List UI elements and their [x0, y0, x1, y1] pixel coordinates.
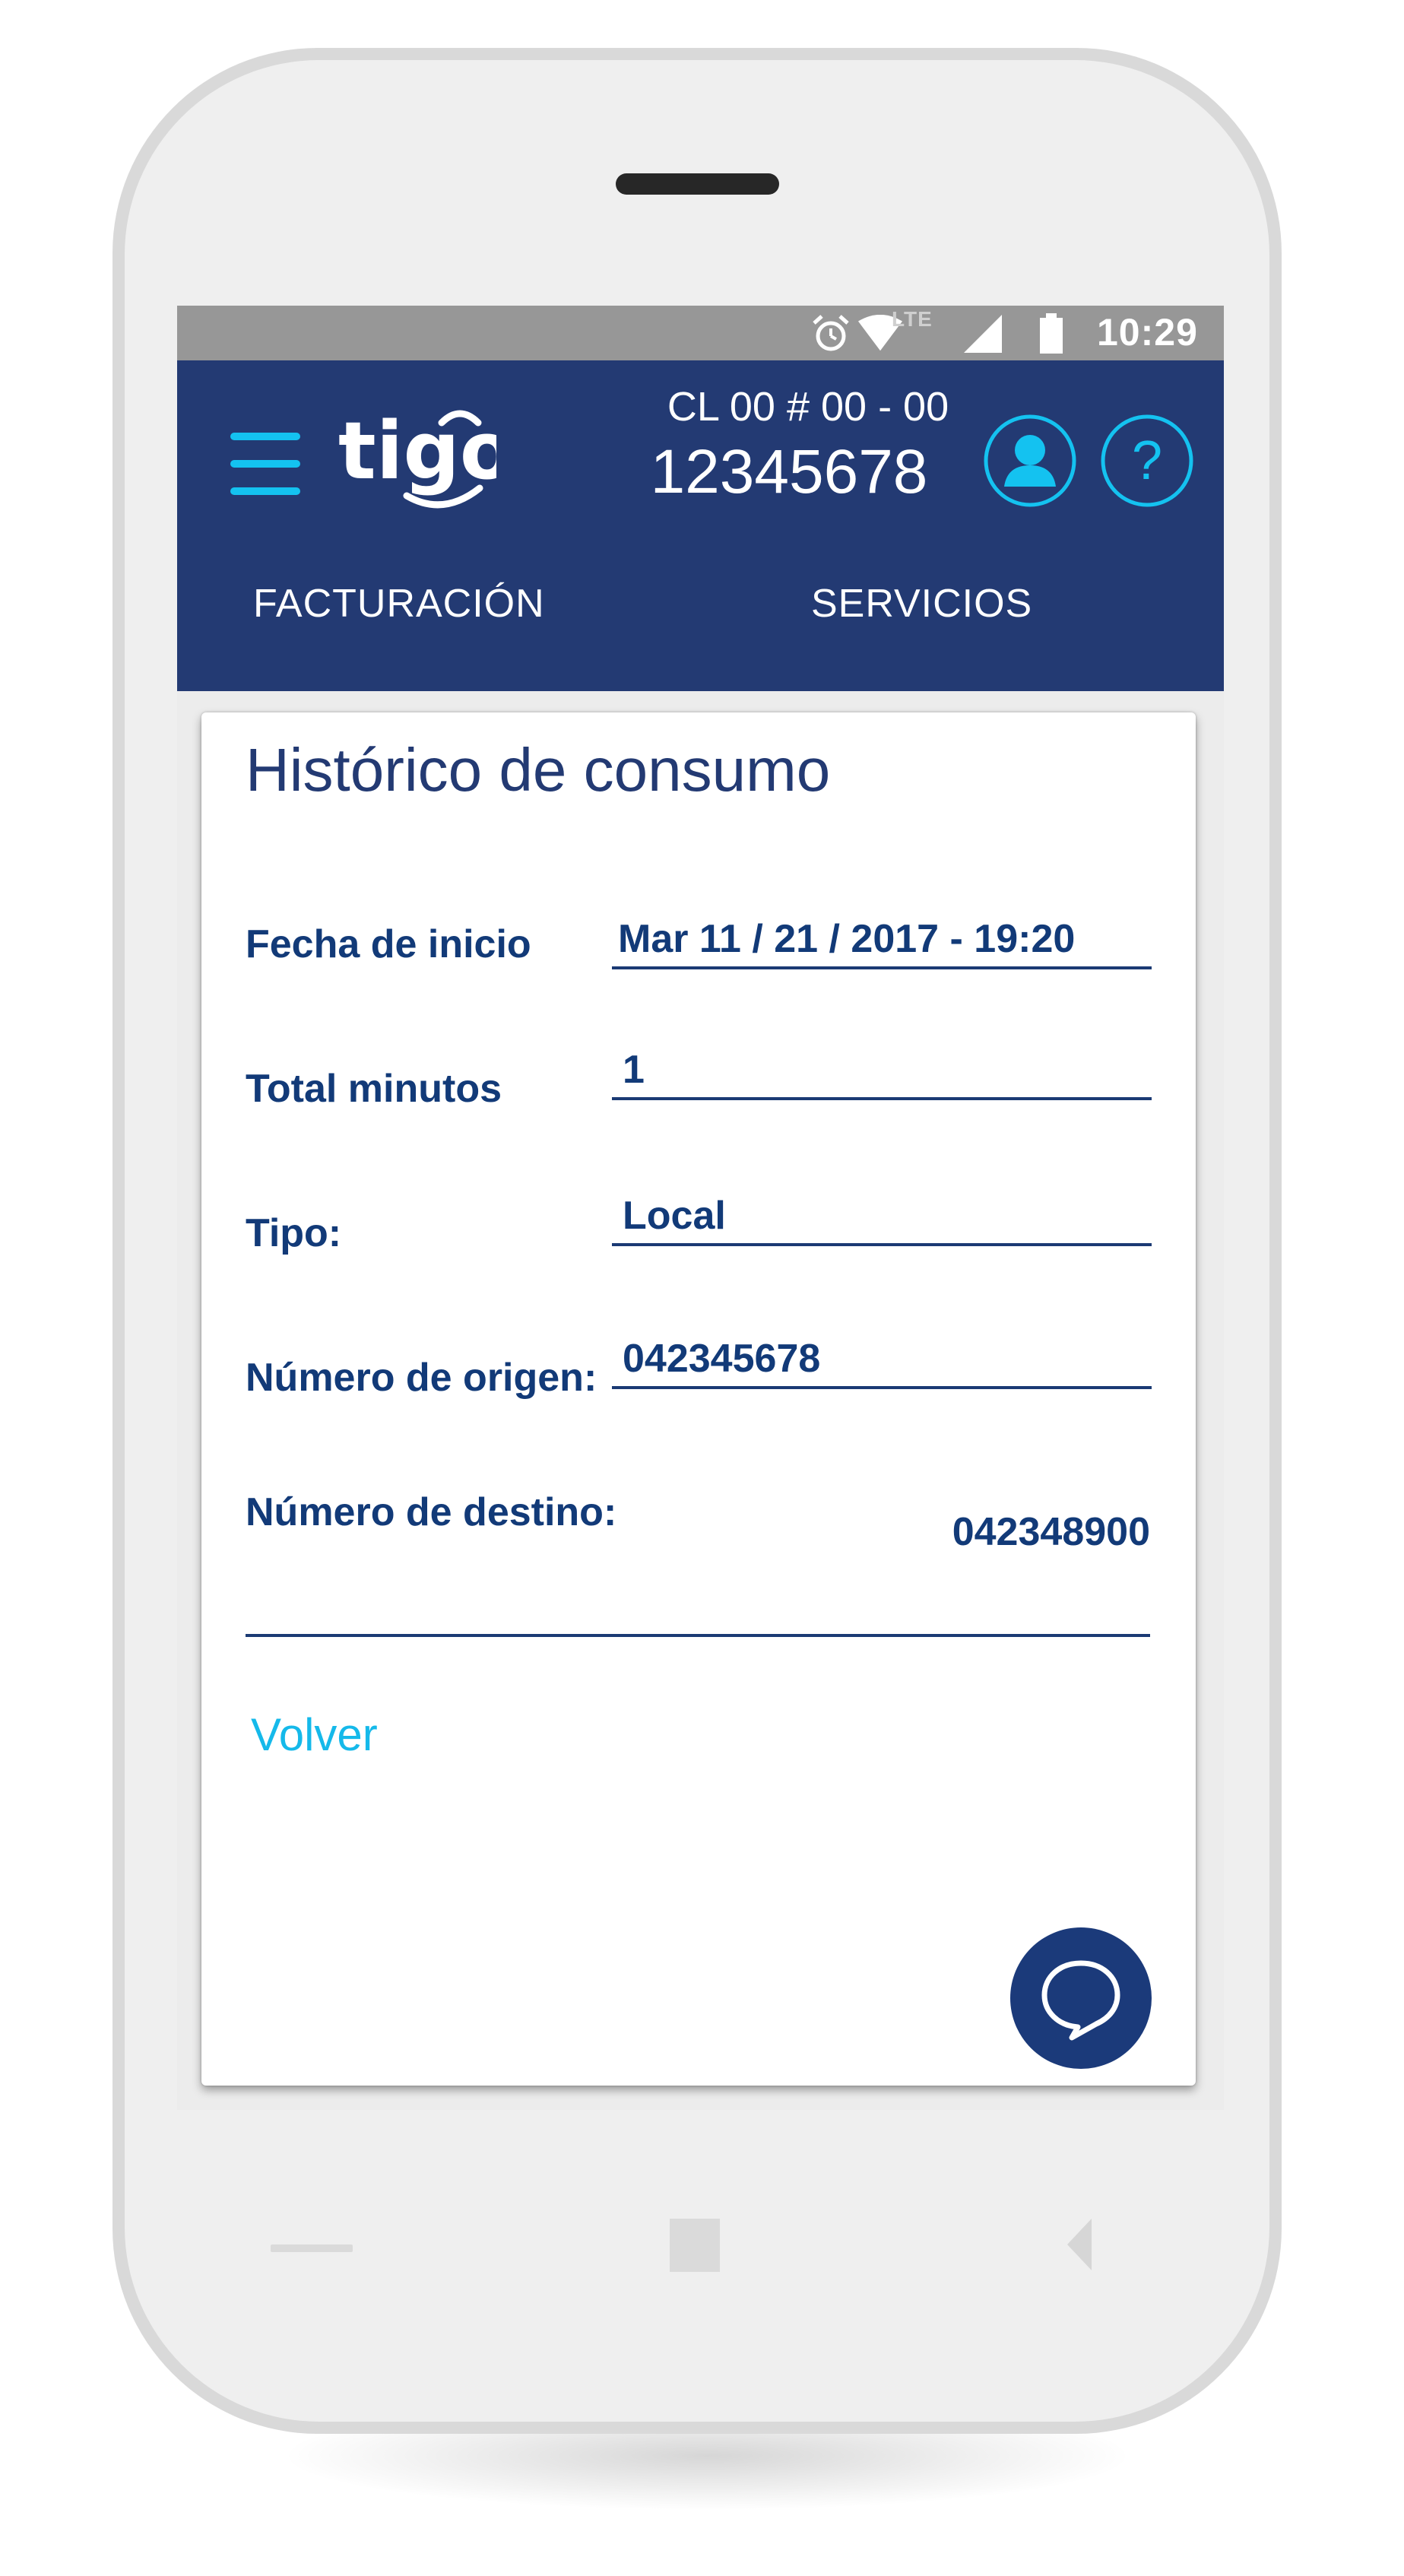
destination-number-label: Número de destino: — [246, 1490, 617, 1534]
start-date-field[interactable]: Mar 11 / 21 / 2017 - 19:20 — [612, 916, 1152, 969]
tab-facturacion[interactable]: FACTURACIÓN — [253, 581, 545, 627]
consumption-history-card: Histórico de consumo Fecha de inicio Mar… — [201, 712, 1196, 2086]
status-bar: LTE 10:29 — [177, 306, 1224, 360]
phone-screen: LTE 10:29 tigo CL 00 # 00 - 00 12345678 … — [177, 306, 1224, 2110]
card-title: Histórico de consumo — [246, 736, 831, 804]
phone-number: 12345678 — [650, 437, 928, 506]
phone-speaker — [616, 173, 779, 195]
tigo-logo: tigo — [337, 404, 514, 520]
chat-button[interactable] — [1010, 1927, 1152, 2069]
alarm-icon — [808, 312, 854, 356]
start-date-label: Fecha de inicio — [246, 922, 531, 966]
tab-servicios[interactable]: SERVICIOS — [811, 581, 1032, 627]
menu-icon[interactable] — [230, 433, 300, 495]
signal-icon — [960, 312, 1006, 356]
battery-icon — [1028, 312, 1074, 356]
svg-text:?: ? — [1132, 430, 1162, 491]
app-header: tigo CL 00 # 00 - 00 12345678 ? FACTURAC… — [177, 360, 1224, 691]
back-link[interactable]: Volver — [251, 1708, 378, 1761]
chat-bubble-icon — [1041, 1960, 1120, 2041]
nav-back-button[interactable] — [271, 2244, 353, 2252]
nav-triangle-button[interactable] — [1064, 2216, 1095, 2273]
page: LTE 10:29 tigo CL 00 # 00 - 00 12345678 … — [0, 0, 1404, 2576]
origin-number-field[interactable]: 042345678 — [612, 1336, 1152, 1389]
total-minutes-label: Total minutos — [246, 1067, 502, 1111]
network-type-label: LTE — [892, 307, 933, 331]
help-icon[interactable]: ? — [1100, 414, 1194, 508]
destination-number-field[interactable]: 042348900 — [952, 1509, 1150, 1555]
account-address: CL 00 # 00 - 00 — [667, 384, 949, 430]
origin-number-label: Número de origen: — [246, 1356, 597, 1400]
destination-underline — [246, 1634, 1150, 1637]
status-time: 10:29 — [1097, 311, 1198, 354]
type-field[interactable]: Local — [612, 1193, 1152, 1246]
user-icon[interactable] — [983, 414, 1077, 508]
total-minutes-field[interactable]: 1 — [612, 1047, 1152, 1100]
nav-home-button[interactable] — [670, 2219, 720, 2272]
type-label: Tipo: — [246, 1211, 342, 1255]
